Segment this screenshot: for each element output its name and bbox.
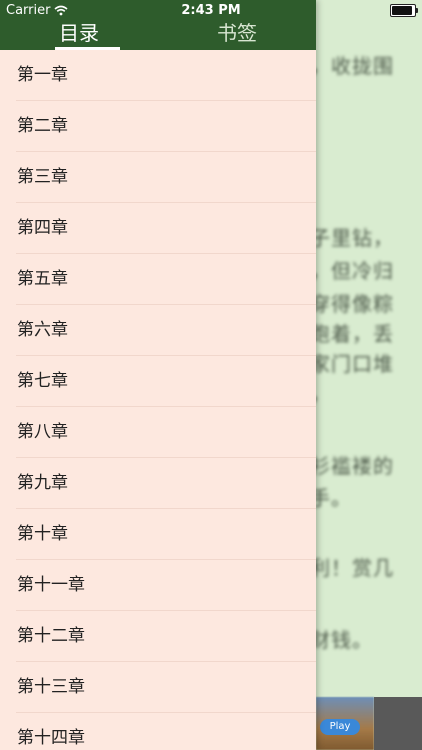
ad-banner[interactable]: Play (316, 697, 422, 750)
chapter-item[interactable]: 第一章 (16, 50, 316, 101)
chapter-item[interactable]: 第九章 (16, 458, 316, 509)
reader-text-line: 家门口堆 (316, 352, 394, 376)
wifi-icon (54, 5, 68, 15)
ad-dark-panel (374, 697, 422, 750)
chapter-item[interactable]: 第十三章 (16, 662, 316, 713)
drawer-tabs: 目录 书签 (0, 20, 316, 50)
chapter-item[interactable]: 第八章 (16, 407, 316, 458)
carrier-label: Carrier (6, 2, 51, 18)
status-left: Carrier (6, 3, 68, 18)
chapter-item[interactable]: 第二章 (16, 101, 316, 152)
chapter-item[interactable]: 第十章 (16, 509, 316, 560)
chapter-item[interactable]: 第十一章 (16, 560, 316, 611)
battery-icon (390, 4, 418, 17)
reading-page[interactable]: ，收拢围 子里钻， ，但冷归 穿得像粽 跑着，丢 家门口堆 ， 衫褴褛的 手。 … (316, 0, 422, 750)
chapter-item[interactable]: 第三章 (16, 152, 316, 203)
chapter-item[interactable]: 第七章 (16, 356, 316, 407)
reader-text-line: 衫褴褛的 (316, 454, 394, 478)
reader-text-line: 子里钻， (316, 226, 394, 250)
reader-text-line: 利！赏几 (316, 556, 394, 580)
tab-bookmarks[interactable]: 书签 (158, 20, 316, 50)
chapter-list: 第一章 第二章 第三章 第四章 第五章 第六章 第七章 第八章 第九章 第十章 … (0, 50, 316, 750)
reader-text-line: ， (316, 378, 331, 407)
reader-text-line: 穿得像粽 (316, 292, 394, 316)
chapter-item[interactable]: 第十四章 (16, 713, 316, 750)
chapter-item[interactable]: 第五章 (16, 254, 316, 305)
reader-text-line: 手。 (316, 486, 352, 510)
tab-contents[interactable]: 目录 (0, 20, 158, 50)
ad-play-button[interactable]: Play (320, 719, 360, 735)
chapter-item[interactable]: 第四章 (16, 203, 316, 254)
reader-text-line: 财钱。 (316, 628, 373, 652)
status-bar: Carrier 2:43 PM (0, 0, 422, 20)
chapter-item[interactable]: 第六章 (16, 305, 316, 356)
reader-text-line: 跑着，丢 (316, 322, 394, 346)
chapter-item[interactable]: 第十二章 (16, 611, 316, 662)
battery-area (390, 4, 418, 17)
reader-text-line: ，但冷归 (316, 259, 394, 283)
reader-text-line: ，收拢围 (316, 54, 394, 78)
chapter-drawer: 目录 书签 第一章 第二章 第三章 第四章 第五章 第六章 第七章 第八章 第九… (0, 0, 316, 750)
